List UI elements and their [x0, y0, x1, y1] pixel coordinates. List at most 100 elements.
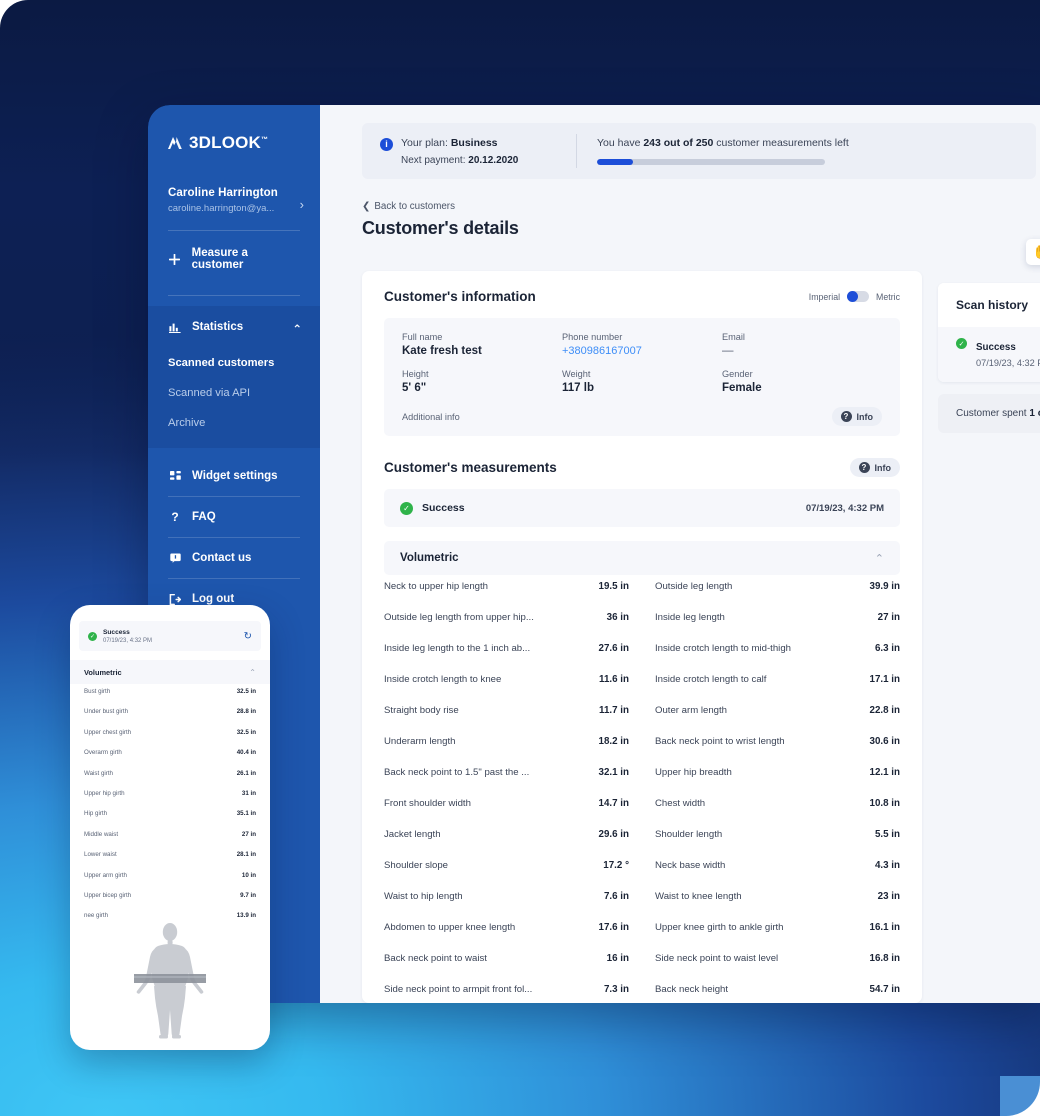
measurement-name: Inside leg length	[655, 612, 725, 623]
measurement-name: Back neck point to 1.5" past the ...	[384, 767, 530, 778]
sidebar-item-contact-us[interactable]: Contact us	[148, 538, 320, 578]
units-metric-label[interactable]: Metric	[876, 292, 900, 302]
scan-history-title: Scan history	[938, 283, 1040, 327]
measurement-row: Side neck point to waist level 16.8 in	[655, 953, 900, 984]
units-switch[interactable]	[847, 291, 870, 302]
info-field-value-link[interactable]: +380986167007	[562, 345, 722, 357]
breadcrumb[interactable]: ❮ Back to customers	[362, 201, 1040, 212]
grid-icon	[168, 470, 182, 482]
units-toggle[interactable]: Imperial Metric	[809, 291, 900, 302]
question-icon: ?	[171, 510, 179, 524]
phone-measurement-name: Upper hip girth	[84, 789, 125, 797]
sidebar-subitem-scanned-customers[interactable]: Scanned customers	[148, 348, 320, 378]
sidebar-item-widget-settings[interactable]: Widget settings	[148, 456, 320, 496]
sidebar-item-label: Measure a customer	[191, 247, 248, 271]
measurement-value: 32.1 in	[598, 767, 630, 778]
measurement-value: 27.6 in	[598, 643, 630, 654]
measurement-name: Back neck height	[655, 984, 729, 995]
measurement-name: Inside crotch length to knee	[384, 674, 502, 685]
measurement-row: Outside leg length from upper hip... 36 i…	[384, 612, 629, 643]
mobile-preview-card: ✓ Success 07/19/23, 4:32 PM ↻ Volumetric…	[70, 605, 270, 1050]
measurement-status-timestamp: 07/19/23, 4:32 PM	[805, 502, 884, 514]
chevron-up-icon[interactable]: ⌃	[292, 322, 302, 336]
sidebar-subitem-scanned-via-api[interactable]: Scanned via API	[148, 378, 320, 408]
sidebar-item-faq[interactable]: ? FAQ	[148, 497, 320, 537]
customer-information-box: Full name Kate fresh test Phone number +380…	[384, 318, 900, 436]
sidebar-statistics-group: Statistics ⌃ Scanned customers Scanned v…	[148, 306, 320, 448]
refresh-icon[interactable]: ↻	[244, 631, 252, 642]
breadcrumb-label: Back to customers	[374, 201, 455, 212]
measurement-name: Upper hip breadth	[655, 767, 732, 778]
chevron-up-icon[interactable]: ⌃	[875, 552, 884, 565]
phone-status-label: Success	[103, 628, 130, 636]
measurement-value: 17.2 °	[603, 860, 629, 871]
chevron-left-icon: ❮	[362, 201, 371, 212]
sidebar-item-measure-a-customer[interactable]: Measure a customer	[148, 239, 320, 279]
sidebar-item-label: Statistics	[192, 321, 244, 333]
sidebar-item-statistics[interactable]: Statistics ⌃	[148, 306, 320, 348]
measurement-row: Back neck point to waist 16 in	[384, 953, 629, 984]
measurement-value: 14.7 in	[598, 798, 630, 809]
brand-name: 3DLOOK™	[189, 133, 269, 152]
phone-measurement-row: Overarm girth 40.4 in	[84, 749, 256, 769]
chat-icon	[168, 553, 182, 563]
measurement-name: Side neck point to armpit front fol...	[384, 984, 533, 995]
phone-measurement-value: 28.8 in	[236, 708, 256, 716]
units-imperial-label[interactable]: Imperial	[809, 292, 840, 302]
main-content: i Your plan: Business Next payment: 20.1…	[320, 105, 1040, 1003]
measurement-name: Chest width	[655, 798, 706, 809]
measurement-value: 29.6 in	[598, 829, 630, 840]
plan-banner: i Your plan: Business Next payment: 20.1…	[362, 123, 1036, 179]
success-check-icon: ✓	[88, 631, 97, 641]
measurements-info-button[interactable]: ? Info	[849, 458, 900, 477]
phone-measurement-row: Bust girth 32.5 in	[84, 688, 256, 708]
measurement-value: 18.2 in	[598, 736, 630, 747]
brand-logo[interactable]: 3DLOOK™	[148, 105, 320, 187]
brand-tm: ™	[261, 136, 269, 144]
chevron-right-icon[interactable]: ›	[300, 197, 304, 212]
chevron-up-icon[interactable]: ⌃	[249, 668, 256, 677]
measurement-row: Inside crotch length to knee 11.6 in	[384, 674, 629, 705]
measurement-value: 5.5 in	[874, 829, 900, 840]
body-avatar-icon	[70, 920, 270, 1040]
info-field: Full name Kate fresh test	[402, 332, 562, 357]
sidebar-subitem-archive[interactable]: Archive	[148, 408, 320, 438]
phone-measurement-list: Bust girth 32.5 in Under bust girth 28.8 in…	[70, 684, 270, 933]
info-button[interactable]: ? Info	[831, 407, 882, 426]
phone-measurement-name: Bust girth	[84, 688, 111, 695]
measurement-row: Waist to hip length 7.6 in	[384, 891, 629, 922]
measurement-row: Shoulder slope 17.2 °	[384, 860, 629, 891]
sidebar-item-label: FAQ	[192, 511, 216, 523]
measurement-value: 7.6 in	[603, 891, 629, 902]
phone-measurement-name: nee girth	[84, 912, 109, 920]
info-field-label: Weight	[562, 369, 591, 379]
measurement-row: Inside leg length 27 in	[655, 612, 900, 643]
sidebar-user-block[interactable]: Caroline Harrington caroline.harrington@…	[148, 187, 320, 214]
phone-measurement-name: Upper chest girth	[84, 728, 132, 736]
bar-chart-icon	[168, 322, 182, 333]
measurement-row: Neck base width 4.3 in	[655, 860, 900, 891]
help-widget-button[interactable]: ✋	[1026, 239, 1040, 265]
scan-history-item[interactable]: ✓ Success 07/19/23, 4:32 PM	[938, 327, 1040, 382]
info-field-value: 117 lb	[562, 382, 594, 394]
measurement-name: Inside leg length to the 1 inch ab...	[384, 643, 531, 654]
measurement-name: Shoulder slope	[384, 860, 449, 871]
measurement-row: Back neck point to wrist length 30.6 in	[655, 736, 900, 767]
logo-mark-icon	[168, 136, 184, 150]
volumetric-section-header[interactable]: Volumetric ⌃	[384, 541, 900, 575]
info-field-value: Female	[722, 382, 762, 394]
usage-count: 243 out of 250	[643, 137, 714, 149]
measurement-value: 4.3 in	[874, 860, 900, 871]
plan-line: Your plan: Business	[401, 136, 498, 149]
customer-spent-count: 1 out of 5	[1029, 408, 1040, 419]
customer-information-grid: Full name Kate fresh test Phone number +380…	[402, 332, 882, 394]
usage-text: You have 243 out of 250 customer measure…	[597, 137, 849, 149]
customer-measurements-header: Customer's measurements ? Info	[362, 436, 922, 477]
phone-volumetric-header[interactable]: Volumetric ⌃	[70, 660, 270, 684]
hand-wave-icon: ✋	[1033, 244, 1040, 260]
phone-measurement-name: Upper arm girth	[84, 871, 127, 879]
phone-measurement-name: Hip girth	[84, 810, 108, 818]
measurement-name: Jacket length	[384, 829, 441, 840]
customer-spent-note: Customer spent 1 out of 5	[938, 394, 1040, 433]
measurement-name: Upper knee girth to ankle girth	[655, 922, 784, 933]
